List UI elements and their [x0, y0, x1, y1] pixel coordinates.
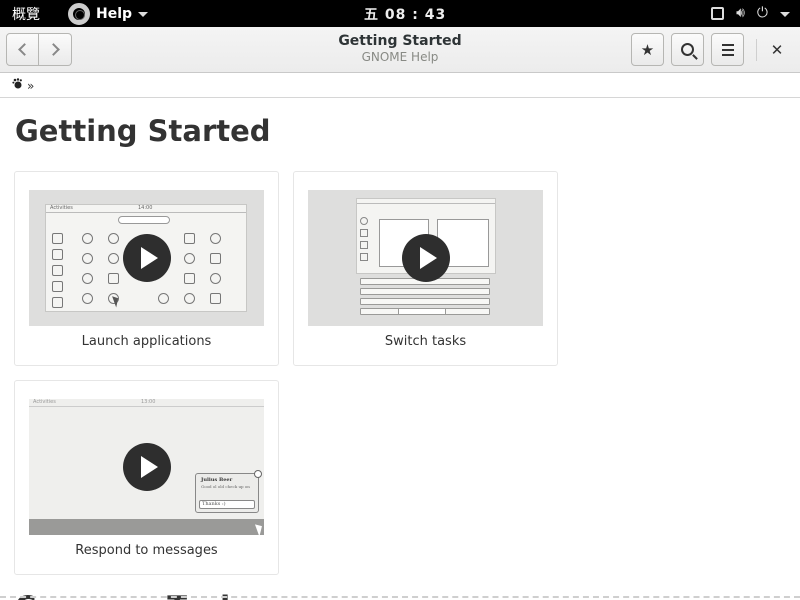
- star-icon: ★: [640, 40, 655, 59]
- chevron-down-icon: [780, 11, 790, 17]
- app-icon: [108, 253, 119, 264]
- video-thumbnail[interactable]: Activities 14:00: [29, 190, 264, 326]
- app-icon: [82, 253, 93, 264]
- activities-button[interactable]: 概覽: [12, 4, 40, 24]
- forward-button[interactable]: [39, 33, 72, 66]
- mock-clock-label: 13:00: [141, 399, 156, 405]
- section-divider: [0, 596, 800, 598]
- app-icon: [108, 233, 119, 244]
- power-icon: ⏻: [756, 5, 768, 21]
- mock-activities-label: Activities: [50, 205, 73, 211]
- dash-icon: [52, 265, 63, 276]
- dash-icon: [360, 241, 368, 249]
- play-icon[interactable]: [401, 234, 450, 282]
- breadcrumb-separator: »: [27, 78, 35, 93]
- header-bar: Getting Started GNOME Help ★ ✕: [0, 27, 800, 73]
- video-card-switch-tasks[interactable]: Switch tasks: [293, 171, 558, 366]
- play-icon[interactable]: [122, 443, 171, 491]
- close-icon: ✕: [770, 40, 784, 59]
- app-icon: [210, 273, 221, 284]
- mock-activities-label: Activities: [33, 399, 56, 405]
- dash-icon: [52, 249, 63, 260]
- app-icon: [184, 293, 195, 304]
- app-icon: [210, 253, 221, 264]
- header-actions: ★: [631, 33, 744, 66]
- keyboard-mockup: [360, 278, 492, 320]
- app-icon: [184, 273, 195, 284]
- dash-icon: [360, 253, 368, 261]
- play-icon[interactable]: [122, 234, 171, 282]
- video-card-launch-applications[interactable]: Activities 14:00 Launch applications: [14, 171, 279, 366]
- app-menu[interactable]: Help: [68, 2, 149, 25]
- page-title: Getting Started: [15, 114, 271, 148]
- gnome-foot-icon[interactable]: [12, 78, 23, 93]
- mouse-pointer-icon: [112, 294, 121, 308]
- notification-reply-field: Thanks :): [199, 500, 255, 509]
- dash-icon: [360, 217, 368, 225]
- window-subtitle: GNOME Help: [361, 50, 439, 64]
- app-icon: [82, 293, 93, 304]
- menu-button[interactable]: [711, 33, 744, 66]
- app-icon: [158, 293, 169, 304]
- card-label[interactable]: Launch applications: [15, 334, 278, 349]
- app-icon: [210, 233, 221, 244]
- window-title-block: Getting Started GNOME Help: [300, 33, 500, 64]
- dash-icon: [52, 233, 63, 244]
- notification-sender: Julius Beer: [201, 477, 233, 483]
- app-grid-icon: [52, 297, 63, 308]
- close-button[interactable]: ✕: [764, 33, 790, 66]
- notification-popup: Julius Beer Good ol old check up on Than…: [195, 470, 262, 513]
- mock-search: [118, 216, 170, 224]
- dash-icon: [52, 281, 63, 292]
- dash-icon: [360, 229, 368, 237]
- message-tray: [29, 519, 264, 535]
- app-icon: [108, 273, 119, 284]
- breadcrumb: »: [0, 74, 800, 98]
- app-menu-label: Help: [96, 5, 133, 22]
- header-separator: [756, 39, 757, 61]
- chevron-right-icon: [46, 43, 60, 56]
- window-title: Getting Started: [338, 33, 462, 49]
- search-icon: [681, 43, 694, 56]
- app-icon: [184, 253, 195, 264]
- app-icon: [82, 233, 93, 244]
- app-icon: [82, 273, 93, 284]
- card-label[interactable]: Respond to messages: [15, 543, 278, 558]
- volume-icon: 🔊︎: [736, 5, 745, 21]
- window-icon: [711, 6, 725, 20]
- help-lifebuoy-icon: [68, 2, 90, 25]
- bookmark-button[interactable]: ★: [631, 33, 664, 66]
- system-status[interactable]: 🔊︎ ⏻: [711, 4, 790, 22]
- mock-clock-label: 14:00: [138, 205, 153, 211]
- chevron-down-icon: [138, 12, 149, 17]
- search-button[interactable]: [671, 33, 704, 66]
- clock[interactable]: 五 08 : 43: [364, 4, 446, 24]
- nav-buttons: [6, 33, 72, 66]
- top-bar: 概覽 Help 五 08 : 43 🔊︎ ⏻: [0, 0, 800, 27]
- video-card-respond-to-messages[interactable]: Activities 13:00 Julius Beer Good ol old…: [14, 380, 279, 575]
- video-thumbnail[interactable]: [308, 190, 543, 326]
- spacebar-key: [398, 308, 446, 315]
- chevron-left-icon: [18, 43, 31, 56]
- app-icon: [184, 233, 195, 244]
- card-label[interactable]: Switch tasks: [294, 334, 557, 349]
- app-icon: [210, 293, 221, 304]
- section-heading: Common Tasks: [15, 590, 257, 600]
- video-thumbnail[interactable]: Activities 13:00 Julius Beer Good ol old…: [29, 399, 264, 535]
- reply-text: Thanks :): [202, 501, 226, 507]
- close-icon: [254, 470, 262, 478]
- notification-body: Good ol old check up on: [201, 484, 250, 489]
- back-button[interactable]: [6, 33, 39, 66]
- hamburger-menu-icon: [721, 43, 734, 56]
